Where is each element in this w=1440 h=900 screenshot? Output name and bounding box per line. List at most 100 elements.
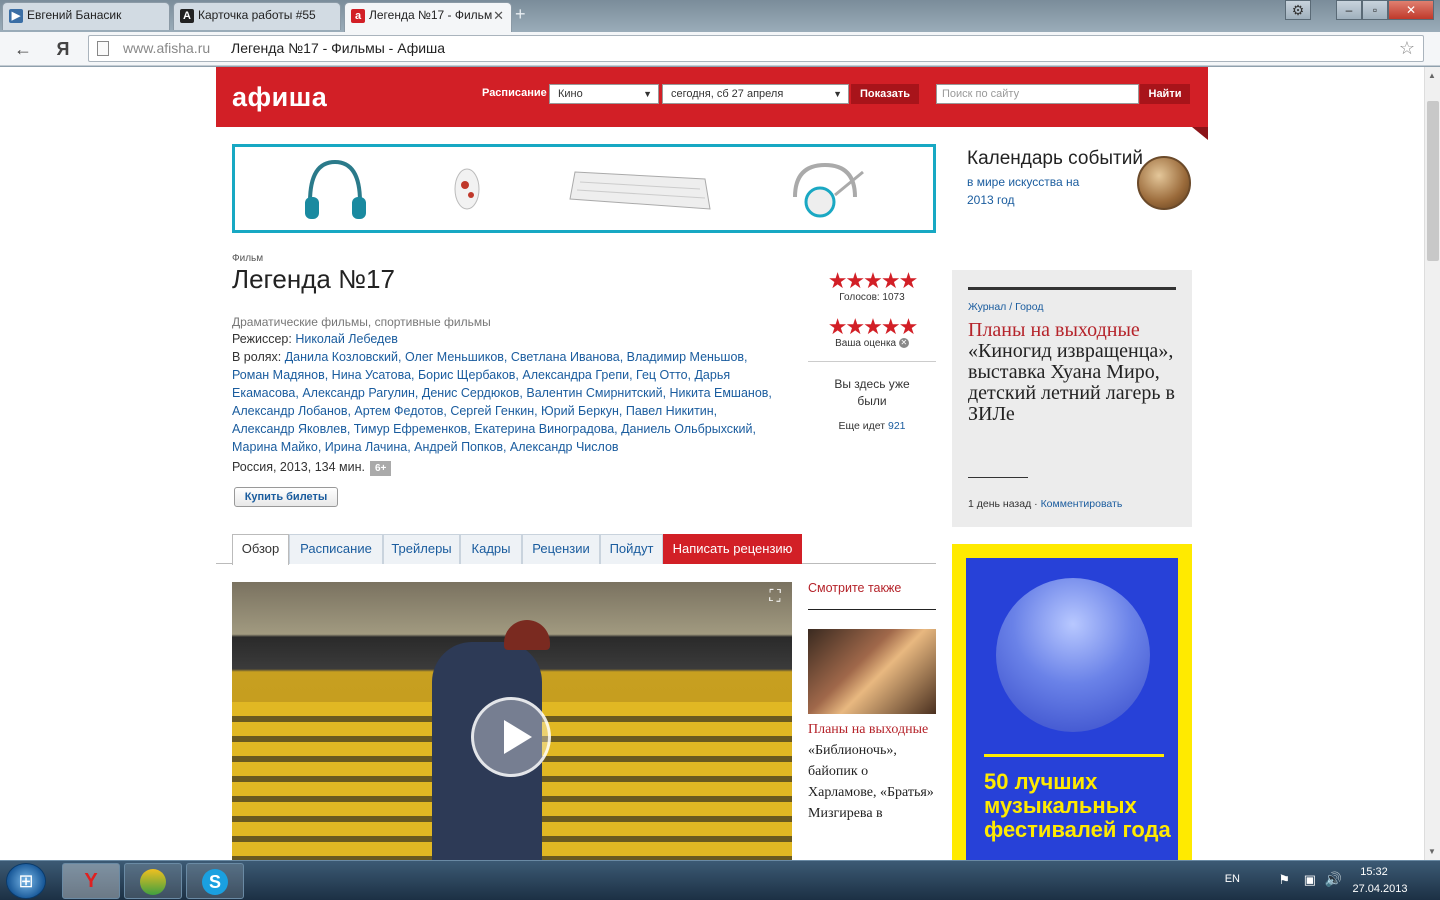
scroll-up-icon[interactable]: ▲ bbox=[1428, 71, 1436, 80]
tab-schedule[interactable]: Расписание bbox=[289, 534, 383, 564]
going-label: Еще идет bbox=[838, 420, 886, 432]
cast-block: В ролях: Данила Козловский, Олег Меньшик… bbox=[232, 348, 777, 456]
your-rating: ★★★★★ Ваша оценка ✕ bbox=[808, 316, 936, 350]
browser-tab-1[interactable]: ▶ Евгений Банасик bbox=[2, 2, 170, 30]
network-icon[interactable]: ▣ bbox=[1304, 872, 1316, 888]
director-link[interactable]: Николай Лебедев bbox=[295, 332, 398, 346]
banner-products bbox=[305, 159, 864, 219]
language-indicator[interactable]: EN bbox=[1225, 873, 1240, 885]
tab-will-go[interactable]: Пойдут bbox=[600, 534, 663, 564]
find-button[interactable]: Найти bbox=[1140, 84, 1190, 104]
cast-links[interactable]: Данила Козловский, Олег Меньшиков, Светл… bbox=[232, 350, 772, 454]
chevron-down-icon: ▼ bbox=[833, 89, 842, 99]
journal-divider bbox=[968, 287, 1176, 290]
comment-link[interactable]: Комментировать bbox=[1041, 498, 1123, 510]
headline-text: «Киногид извращенца», выставка Хуана Мир… bbox=[968, 340, 1175, 425]
category-select[interactable]: Кино ▼ bbox=[549, 84, 659, 104]
ad-banner-headphones[interactable] bbox=[232, 144, 936, 233]
volume-icon[interactable]: 🔊 bbox=[1325, 871, 1342, 888]
ad-text: 50 лучших музыкальных фестивалей года bbox=[984, 769, 1171, 842]
headline-red: Планы на выходные bbox=[968, 319, 1140, 341]
events-calendar-promo[interactable]: Календарь событий в мире искусства на 20… bbox=[967, 148, 1192, 233]
see-also-thumbnail[interactable] bbox=[808, 629, 936, 714]
see-also-link[interactable]: Планы на выходные bbox=[808, 722, 928, 737]
ad-yellow-rule bbox=[984, 754, 1164, 757]
user-rating: ★★★★★ Голосов: 1073 bbox=[808, 268, 936, 304]
film-genres: Драматические фильмы, спортивные фильмы bbox=[232, 315, 491, 329]
back-arrow-icon[interactable]: ← bbox=[12, 38, 34, 60]
breadcrumb-journal[interactable]: Журнал bbox=[968, 301, 1006, 313]
write-review-button[interactable]: Написать рецензию bbox=[663, 534, 802, 564]
new-tab-icon[interactable]: + bbox=[515, 4, 526, 24]
journal-dot: · bbox=[1031, 498, 1041, 510]
yandex-browser-icon[interactable]: Y bbox=[62, 863, 120, 899]
windows-start-icon[interactable]: ⊞ bbox=[6, 863, 46, 899]
film-kind: Фильм bbox=[232, 253, 264, 264]
still-going: Еще идет 921 bbox=[808, 418, 936, 435]
schedule-label: Расписание bbox=[482, 87, 547, 99]
scroll-down-icon[interactable]: ▼ bbox=[1428, 847, 1436, 856]
going-count-link[interactable]: 921 bbox=[888, 420, 906, 432]
see-also-text: «Библионочь», байопик о Харламове, «Брат… bbox=[808, 743, 934, 821]
rating-stars: ★★★★★ bbox=[827, 268, 919, 293]
votes-count: Голосов: 1073 bbox=[839, 292, 905, 303]
globe-icon bbox=[1137, 156, 1191, 210]
see-also-text-block[interactable]: Планы на выходные «Библионочь», байопик … bbox=[808, 719, 936, 824]
tab-trailers[interactable]: Трейлеры bbox=[383, 534, 460, 564]
page-icon bbox=[97, 41, 109, 56]
mouse-icon bbox=[454, 168, 480, 210]
film-tabs: Обзор Расписание Трейлеры Кадры Рецензии… bbox=[216, 534, 936, 565]
app-icon[interactable] bbox=[124, 863, 182, 899]
tab-frames[interactable]: Кадры bbox=[460, 534, 522, 564]
age-rating-badge: 6+ bbox=[369, 461, 392, 476]
your-rating-stars[interactable]: ★★★★★ bbox=[808, 316, 936, 338]
url-domain: www.afisha.ru bbox=[123, 40, 211, 56]
flag-icon[interactable]: ⚑ bbox=[1278, 872, 1290, 888]
cast-label: В ролях: bbox=[232, 350, 282, 364]
bookmark-star-icon[interactable]: ☆ bbox=[1399, 36, 1415, 61]
clear-rating-icon[interactable]: ✕ bbox=[898, 338, 909, 349]
category-value: Кино bbox=[558, 88, 583, 100]
yandex-button[interactable]: Я bbox=[52, 38, 74, 60]
chevron-down-icon: ▼ bbox=[643, 89, 652, 99]
show-button[interactable]: Показать bbox=[851, 84, 919, 104]
page-scrollbar[interactable]: ▲ ▼ bbox=[1424, 67, 1440, 860]
journal-headline[interactable]: Планы на выходные «Киногид извращенца», … bbox=[968, 320, 1180, 425]
site-header: афиша Расписание Кино ▼ сегодня, сб 27 ап… bbox=[216, 67, 1208, 140]
crowd-image bbox=[996, 578, 1150, 732]
play-icon[interactable] bbox=[471, 697, 551, 777]
page-title: Легенда №17 bbox=[232, 264, 395, 294]
director-label: Режиссер: bbox=[232, 332, 292, 346]
gear-icon[interactable]: ⚙ bbox=[1285, 0, 1311, 20]
calendar-subtitle[interactable]: в мире искусства на 2013 год bbox=[967, 173, 1082, 209]
browser-tab-3-active[interactable]: a Легенда №17 - Фильм ✕ bbox=[344, 2, 512, 32]
fullscreen-icon[interactable]: ⛶ bbox=[764, 588, 786, 606]
tab-title: Легенда №17 - Фильм bbox=[369, 8, 493, 22]
helmet-figure bbox=[504, 620, 550, 650]
tab-overview[interactable]: Обзор bbox=[232, 534, 289, 565]
address-bar[interactable]: www.afisha.ru Легенда №17 - Фильмы - Афи… bbox=[88, 35, 1424, 62]
browser-tab-2[interactable]: A Карточка работы #55 bbox=[173, 2, 341, 30]
been-here-block: Вы здесь уже были Еще идет 921 bbox=[808, 361, 936, 435]
festival-ad[interactable]: 50 лучших музыкальных фестивалей года bbox=[952, 544, 1192, 860]
headphones-icon bbox=[305, 159, 366, 219]
browser-tabbar: ▶ Евгений Банасик A Карточка работы #55 … bbox=[0, 0, 1440, 32]
tab-reviews[interactable]: Рецензии bbox=[522, 534, 600, 564]
minimize-icon[interactable]: – bbox=[1336, 0, 1362, 20]
video-player[interactable]: ⛶ bbox=[232, 582, 792, 860]
maximize-icon[interactable]: ▫ bbox=[1362, 0, 1388, 20]
breadcrumb-city[interactable]: Город bbox=[1015, 301, 1043, 313]
festival-ad-inner: 50 лучших музыкальных фестивалей года bbox=[966, 558, 1178, 860]
close-window-icon[interactable]: ✕ bbox=[1388, 0, 1434, 20]
skype-icon[interactable]: S bbox=[186, 863, 244, 899]
scrollbar-thumb[interactable] bbox=[1427, 101, 1439, 261]
been-here-link[interactable]: Вы здесь уже были bbox=[828, 376, 916, 410]
buy-tickets-button[interactable]: Купить билеты bbox=[234, 487, 338, 507]
close-tab-icon[interactable]: ✕ bbox=[493, 3, 504, 28]
windows-taskbar: ⊞ Y S EN ⚑ ▣ 🔊 15:32 27.04.2013 bbox=[0, 860, 1440, 900]
date-select[interactable]: сегодня, сб 27 апреля ▼ bbox=[662, 84, 849, 104]
afisha-logo[interactable]: афиша bbox=[232, 82, 327, 113]
page-viewport: афиша Расписание Кино ▼ сегодня, сб 27 ап… bbox=[0, 67, 1424, 860]
your-rating-label: Ваша оценка bbox=[835, 338, 897, 349]
site-search-input[interactable]: Поиск по сайту bbox=[936, 84, 1139, 104]
